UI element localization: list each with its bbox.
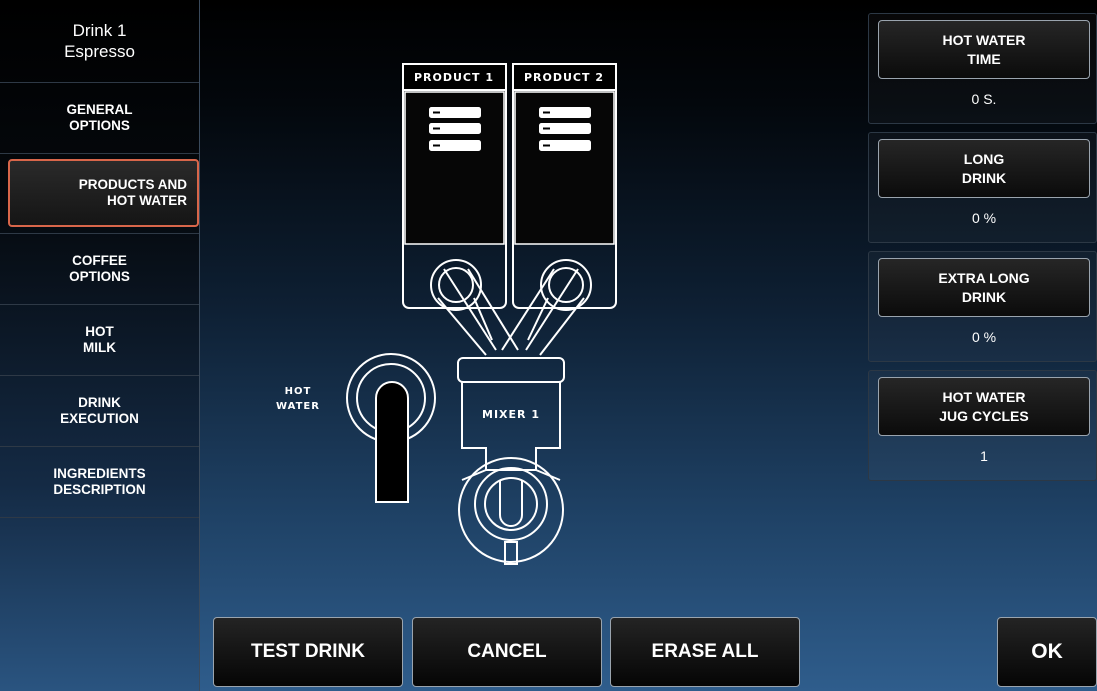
sidebar-item-hot-milk[interactable]: HOT MILK — [0, 305, 199, 376]
product-2-label: PRODUCT 2 — [524, 71, 604, 84]
hot-water-label-line1: HOT — [285, 386, 312, 397]
sidebar-item-label: PRODUCTS AND HOT WATER — [78, 177, 187, 208]
long-drink-value: 0 % — [971, 210, 997, 226]
sidebar-item-label: GENERAL OPTIONS — [66, 102, 133, 133]
test-drink-button[interactable]: TEST DRINK — [213, 617, 403, 687]
sidebar-item-label: HOT MILK — [83, 324, 116, 355]
hot-water-tap[interactable] — [346, 353, 436, 503]
mixer-1[interactable] — [457, 357, 565, 565]
erase-all-button[interactable]: ERASE ALL — [610, 617, 800, 687]
cancel-button[interactable]: CANCEL — [412, 617, 602, 687]
extra-long-drink-card: EXTRA LONG DRINK 0 % — [868, 251, 1097, 362]
active-tab-highlight[interactable]: PRODUCTS AND HOT WATER — [8, 159, 199, 227]
sidebar-item-label: INGREDIENTS DESCRIPTION — [53, 466, 146, 497]
hot-water-label-line2: WATER — [276, 401, 320, 412]
sidebar-item-ingredients-description[interactable]: INGREDIENTS DESCRIPTION — [0, 447, 199, 518]
sidebar-item-label: COFFEE OPTIONS — [69, 253, 130, 284]
product-1-label: PRODUCT 1 — [414, 71, 494, 84]
ok-button[interactable]: OK — [997, 617, 1097, 687]
hot-water-time-button[interactable]: HOT WATER TIME — [878, 20, 1090, 79]
machine-diagram: PRODUCT 1 PRODUCT 2 MIXER 1 HOT WATER — [276, 63, 617, 565]
extra-long-drink-value: 0 % — [971, 329, 997, 345]
product-1-canister[interactable] — [402, 63, 507, 311]
long-drink-card: LONG DRINK 0 % — [868, 132, 1097, 243]
product-2-canister[interactable] — [512, 63, 617, 311]
hot-water-time-card: HOT WATER TIME 0 S. — [868, 13, 1097, 124]
mixer-label: MIXER 1 — [482, 408, 540, 421]
extra-long-drink-button[interactable]: EXTRA LONG DRINK — [878, 258, 1090, 317]
hot-water-jug-cycles-button[interactable]: HOT WATER JUG CYCLES — [878, 377, 1090, 436]
product-tubes — [437, 268, 585, 356]
right-panel: HOT WATER TIME 0 S. LONG DRINK 0 % EXTRA… — [868, 13, 1097, 489]
long-drink-button[interactable]: LONG DRINK — [878, 139, 1090, 198]
drink-header: Drink 1 Espresso — [0, 0, 199, 83]
sidebar-item-products-and-hot-water[interactable]: PRODUCTS AND HOT WATER — [0, 154, 199, 234]
hot-water-time-value: 0 S. — [971, 91, 997, 107]
sidebar-item-label: DRINK EXECUTION — [60, 395, 139, 426]
drink-number: Drink 1 — [72, 21, 127, 40]
sidebar: Drink 1 Espresso GENERAL OPTIONS PRODUCT… — [0, 0, 200, 691]
sidebar-item-coffee-options[interactable]: COFFEE OPTIONS — [0, 234, 199, 305]
hot-water-jug-cycles-value: 1 — [980, 448, 988, 464]
sidebar-item-general-options[interactable]: GENERAL OPTIONS — [0, 83, 199, 154]
sidebar-item-drink-execution[interactable]: DRINK EXECUTION — [0, 376, 199, 447]
drink-name: Espresso — [64, 42, 135, 61]
hot-water-jug-cycles-card: HOT WATER JUG CYCLES 1 — [868, 370, 1097, 481]
